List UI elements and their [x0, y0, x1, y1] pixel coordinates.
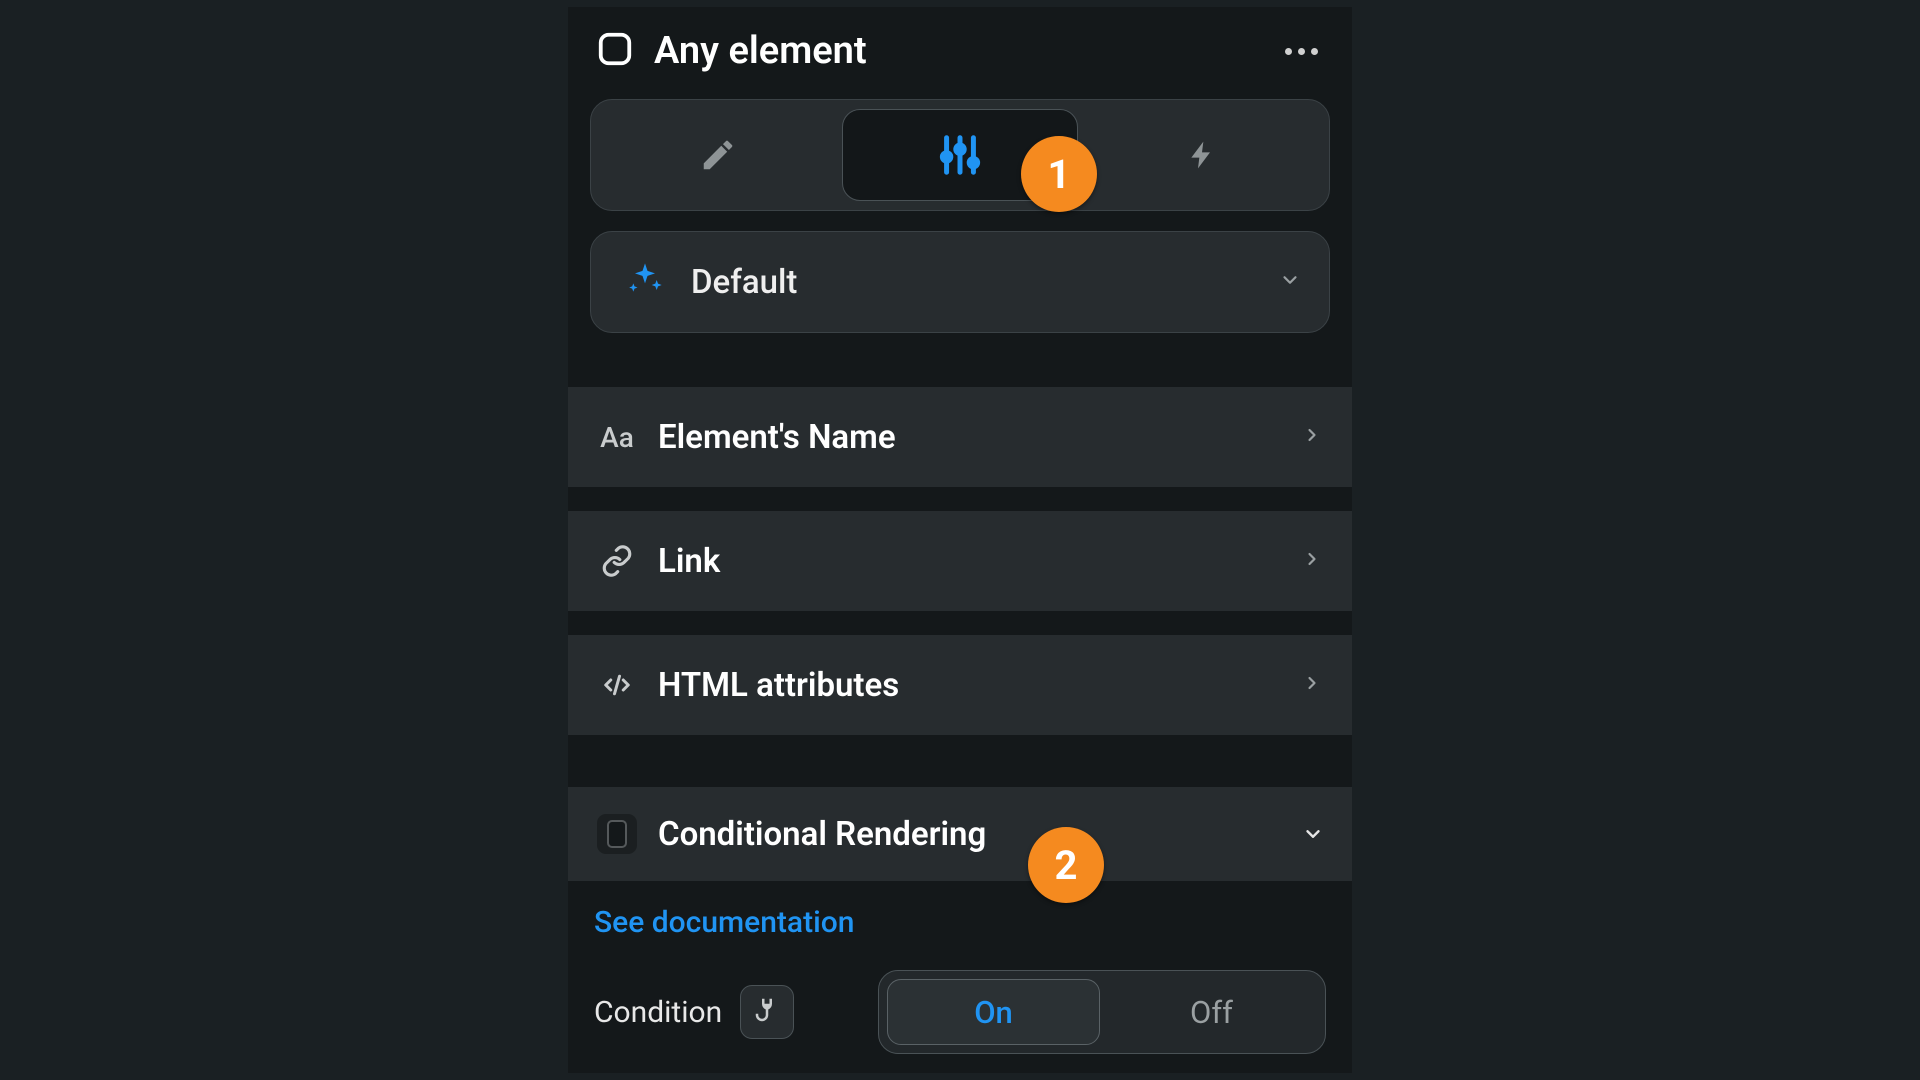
conditional-body: 2 See documentation Condition On Off — [568, 881, 1352, 1054]
callout-badge-1: 1 — [1021, 136, 1097, 212]
tab-style[interactable] — [601, 109, 834, 201]
row-label: Element's Name — [658, 418, 1302, 457]
pencil-icon — [699, 136, 737, 174]
row-link[interactable]: Link — [568, 511, 1352, 611]
plug-icon — [752, 995, 782, 1029]
chevron-right-icon — [1302, 545, 1322, 577]
text-aa-icon: Aa — [594, 421, 640, 454]
code-icon — [594, 670, 640, 700]
row-html-attributes[interactable]: HTML attributes — [568, 635, 1352, 735]
row-element-name[interactable]: Aa Element's Name — [568, 387, 1352, 487]
condition-on[interactable]: On — [887, 979, 1100, 1045]
chevron-down-icon — [1279, 269, 1301, 295]
link-icon — [594, 544, 640, 578]
chevron-right-icon — [1302, 421, 1322, 453]
sparkle-icon — [625, 260, 665, 304]
see-documentation-link[interactable]: See documentation — [594, 905, 1326, 940]
tab-segment: 1 — [590, 99, 1330, 211]
property-list: Aa Element's Name Link — [568, 387, 1352, 881]
state-dropdown[interactable]: Default — [590, 231, 1330, 333]
inspector-panel: Any element — [568, 7, 1352, 1073]
conditional-toggle-icon — [594, 814, 640, 854]
row-conditional-rendering[interactable]: Conditional Rendering — [568, 787, 1352, 881]
row-label: Link — [658, 542, 1302, 581]
row-label: HTML attributes — [658, 666, 1302, 705]
square-icon — [596, 30, 634, 72]
sliders-icon — [937, 132, 983, 178]
state-label: Default — [691, 263, 1253, 302]
panel-header: Any element — [568, 11, 1352, 91]
lightning-icon — [1186, 135, 1218, 175]
more-icon[interactable] — [1285, 48, 1324, 55]
tab-actions[interactable] — [1086, 109, 1319, 201]
condition-label: Condition — [594, 995, 722, 1030]
condition-off[interactable]: Off — [1106, 979, 1317, 1045]
row-label: Conditional Rendering — [658, 815, 1300, 854]
chevron-down-icon — [1295, 823, 1327, 845]
chevron-right-icon — [1302, 669, 1322, 701]
bind-condition-button[interactable] — [740, 985, 794, 1039]
condition-toggle: On Off — [878, 970, 1326, 1054]
panel-title: Any element — [654, 29, 867, 73]
callout-badge-2: 2 — [1028, 827, 1104, 903]
